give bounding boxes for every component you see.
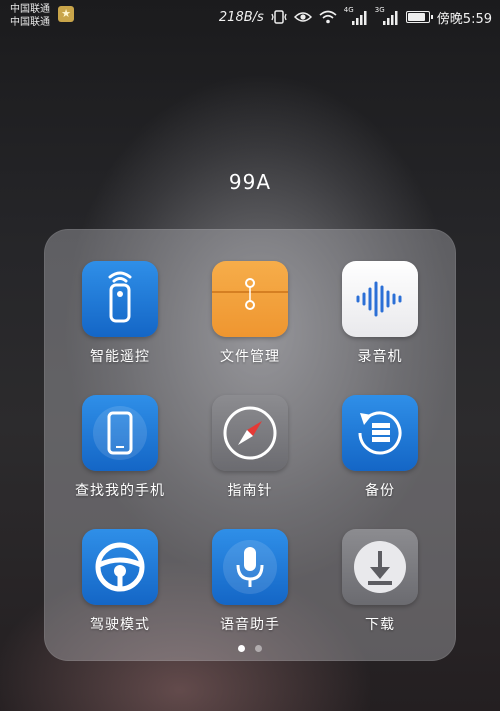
signal-bars-icon: [351, 11, 367, 25]
carrier-info: 中国联通 中国联通: [10, 3, 50, 29]
sound-recorder-icon: [342, 261, 418, 337]
signal-bars-icon: [382, 11, 398, 25]
find-my-phone-icon: [82, 395, 158, 471]
app-label: 录音机: [357, 349, 403, 365]
app-driving-mode[interactable]: 驾驶模式: [60, 529, 180, 649]
app-backup[interactable]: 备份: [320, 395, 440, 515]
battery-level: [407, 13, 425, 21]
app-sound-recorder[interactable]: 录音机: [320, 261, 440, 381]
page-dot[interactable]: [238, 645, 245, 652]
notification-star-icon: ★: [58, 6, 74, 22]
carrier-1: 中国联通: [10, 4, 50, 15]
app-compass[interactable]: 指南针: [190, 395, 310, 515]
backup-icon: [342, 395, 418, 471]
wifi-icon: [319, 10, 337, 24]
status-bar: 中国联通 中国联通 ★ 218B/s 4G 3G 傍晚5:59: [0, 0, 500, 34]
app-label: 备份: [365, 483, 395, 499]
vibrate-icon: [271, 10, 287, 24]
app-label: 语音助手: [220, 617, 280, 633]
folder-panel: 智能遥控 文件管理 录音机 查找我的手机 指南针 备份 驾驶模式 语音助手 下载: [44, 229, 456, 661]
remote-control-icon: [82, 261, 158, 337]
page-indicator[interactable]: [0, 645, 500, 652]
signal-1: 4G: [344, 6, 368, 25]
app-label: 文件管理: [220, 349, 280, 365]
status-icons: 218B/s 4G 3G 傍晚5:59: [218, 6, 492, 27]
download-icon: [342, 529, 418, 605]
file-manager-icon: [212, 261, 288, 337]
network-speed: 218B/s: [218, 9, 264, 25]
app-label: 下载: [365, 617, 395, 633]
carrier-2: 中国联通: [10, 17, 50, 28]
folder-title[interactable]: 99A: [0, 170, 500, 194]
eye-comfort-icon: [293, 12, 312, 22]
app-label: 驾驶模式: [90, 617, 150, 633]
compass-icon: [212, 395, 288, 471]
battery-icon: [405, 11, 433, 23]
clock: 傍晚5:59: [436, 11, 492, 27]
voice-assistant-icon: [212, 529, 288, 605]
app-find-my-phone[interactable]: 查找我的手机: [60, 395, 180, 515]
app-file-manager[interactable]: 文件管理: [190, 261, 310, 381]
app-download[interactable]: 下载: [320, 529, 440, 649]
page-dot[interactable]: [255, 645, 262, 652]
driving-mode-icon: [82, 529, 158, 605]
app-label: 指南针: [227, 483, 273, 499]
app-label: 查找我的手机: [75, 483, 165, 499]
app-remote-control[interactable]: 智能遥控: [60, 261, 180, 381]
signal-2: 3G: [375, 6, 399, 25]
app-label: 智能遥控: [90, 349, 150, 365]
app-voice-assistant[interactable]: 语音助手: [190, 529, 310, 649]
